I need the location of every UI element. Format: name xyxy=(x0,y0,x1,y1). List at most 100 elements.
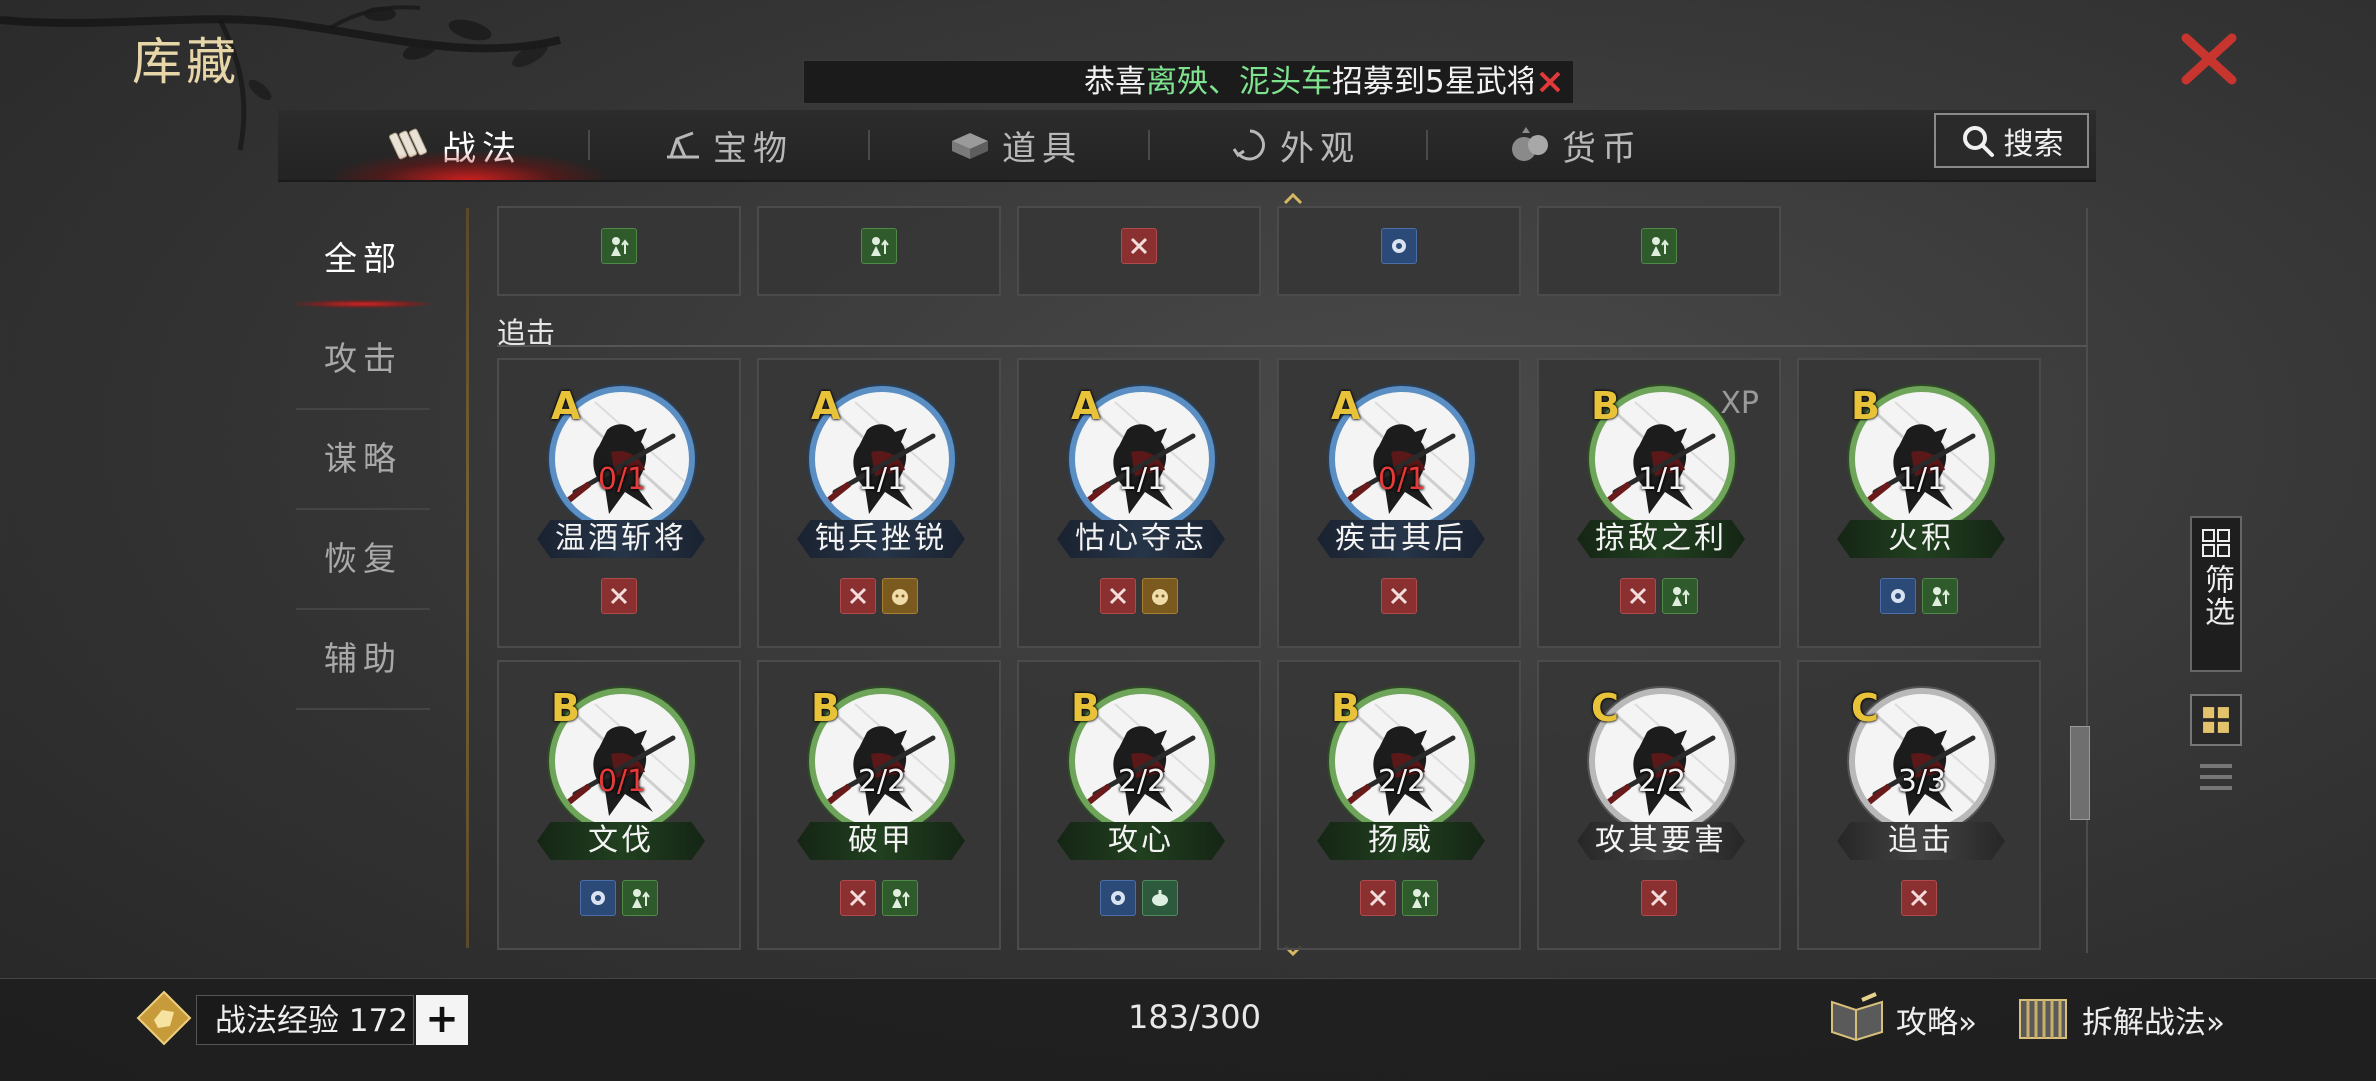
tactic-grade: B xyxy=(1851,384,1880,428)
tab-currency-label: 货币 xyxy=(1562,128,1642,169)
tactic-tags xyxy=(1279,880,1519,916)
scrollbar-thumb[interactable] xyxy=(2070,726,2090,820)
active-tab-glow xyxy=(333,152,603,180)
tactic-card[interactable]: A 0/1 疾击其后 xyxy=(1277,358,1521,648)
tactic-tags xyxy=(1799,578,2039,614)
close-icon[interactable] xyxy=(2178,28,2240,90)
tactic-name: 扬威 xyxy=(1317,822,1485,860)
guide-button[interactable]: 攻略» xyxy=(1826,992,1977,1046)
tactic-grade: A xyxy=(811,384,841,428)
tactic-card-partial[interactable] xyxy=(757,206,1001,296)
shield-tag-icon xyxy=(580,880,616,916)
tactic-count: 3/3 xyxy=(1897,764,1947,799)
tactic-name: 温酒斩将 xyxy=(537,520,705,558)
tactic-tags xyxy=(499,578,739,614)
category-active-underline xyxy=(296,300,430,308)
tactic-count: 0/1 xyxy=(597,764,647,799)
tab-items[interactable]: 道具 xyxy=(948,110,1082,180)
category-strategy[interactable]: 谋略 xyxy=(296,410,430,510)
page-title: 库藏 xyxy=(132,33,240,91)
tactic-tags xyxy=(499,880,739,916)
tab-divider xyxy=(1426,130,1428,160)
tactic-grade: A xyxy=(1331,384,1361,428)
tactic-count: 2/2 xyxy=(857,764,907,799)
announcement-text: 恭喜离殃、泥头车招募到5星武将 xyxy=(1084,61,1538,103)
attack-tag-icon xyxy=(1121,228,1157,264)
treasure-icon xyxy=(667,131,699,159)
attack-tag-icon xyxy=(601,578,637,614)
tactic-grade: B xyxy=(1591,384,1620,428)
content-right-border xyxy=(2086,208,2088,953)
tactic-tags xyxy=(1539,880,1779,916)
tactic-name: 文伐 xyxy=(537,822,705,860)
tactic-card[interactable]: A 1/1 钝兵挫锐 xyxy=(757,358,1001,648)
tactic-tags xyxy=(1539,578,1779,614)
attack-tag-icon xyxy=(1641,880,1677,916)
tactic-tags xyxy=(1279,228,1519,264)
counter-tag-icon xyxy=(861,228,897,264)
tactic-name: 火积 xyxy=(1837,520,2005,558)
counter-tag-icon xyxy=(1641,228,1677,264)
category-recovery[interactable]: 恢复 xyxy=(296,510,430,610)
beast-tag-icon xyxy=(882,578,918,614)
announcement-banner: 恭喜离殃、泥头车招募到5星武将 xyxy=(803,60,1574,104)
tactic-card[interactable]: A 1/1 怙心夺志 xyxy=(1017,358,1261,648)
tactic-grade: C xyxy=(1591,686,1619,730)
appearance-icon xyxy=(1232,129,1265,161)
category-attack[interactable]: 攻击 xyxy=(296,310,430,410)
section-divider xyxy=(497,345,2087,347)
shield-tag-icon xyxy=(1100,880,1136,916)
list-view-icon[interactable] xyxy=(2190,758,2242,796)
tab-currency[interactable]: 货币 xyxy=(1508,110,1642,180)
counter-tag-icon xyxy=(882,880,918,916)
tactic-name: 追击 xyxy=(1837,822,2005,860)
shield-tag-icon xyxy=(1381,228,1417,264)
tab-treasure-label: 宝物 xyxy=(713,128,793,169)
scroll-up-arrow-icon[interactable] xyxy=(1283,193,1303,205)
tactic-card[interactable]: A 0/1 温酒斩将 xyxy=(497,358,741,648)
filter-button[interactable]: 筛选 xyxy=(2190,516,2242,672)
counter-tag-icon xyxy=(1662,578,1698,614)
tactic-card[interactable]: C 2/2 攻其要害 xyxy=(1537,660,1781,950)
add-exp-button[interactable]: + xyxy=(416,995,468,1045)
tactic-count: 2/2 xyxy=(1637,764,1687,799)
tactic-tags xyxy=(1539,228,1779,264)
tactic-card-partial[interactable] xyxy=(1017,206,1261,296)
tab-appearance[interactable]: 外观 xyxy=(1230,110,1360,180)
tactic-card[interactable]: B 2/2 攻心 xyxy=(1017,660,1261,950)
grid-view-icon[interactable] xyxy=(2190,694,2242,746)
category-all[interactable]: 全部 xyxy=(296,210,430,308)
tactic-card[interactable]: B 1/1 火积 xyxy=(1797,358,2041,648)
category-support[interactable]: 辅助 xyxy=(296,610,430,710)
tactic-name: 攻其要害 xyxy=(1577,822,1745,860)
tactic-card-partial[interactable] xyxy=(1537,206,1781,296)
dismantle-label: 拆解战法» xyxy=(2082,1004,2225,1041)
tactic-count: 1/1 xyxy=(1117,462,1167,497)
counter-tag-icon xyxy=(1402,880,1438,916)
tactic-grade: A xyxy=(1071,384,1101,428)
tactic-card[interactable]: C 3/3 追击 xyxy=(1797,660,2041,950)
tactic-name: 破甲 xyxy=(797,822,965,860)
tactic-grade: C xyxy=(1851,686,1879,730)
filter-grid-icon xyxy=(2202,529,2230,557)
tactic-card[interactable]: B 1/1 XP 掠敌之利 xyxy=(1537,358,1781,648)
tactic-card[interactable]: B 2/2 破甲 xyxy=(757,660,1001,950)
tactic-name: 怙心夺志 xyxy=(1057,520,1225,558)
tactic-tags xyxy=(759,880,999,916)
tactic-count: 0/1 xyxy=(1377,462,1427,497)
tactic-card[interactable]: B 0/1 文伐 xyxy=(497,660,741,950)
search-button[interactable]: 搜索 xyxy=(1934,113,2089,168)
announcement-close-icon[interactable] xyxy=(1533,65,1567,99)
tactic-card-partial[interactable] xyxy=(497,206,741,296)
inventory-capacity: 183/300 xyxy=(1128,998,1261,1036)
tactic-grade: B xyxy=(551,686,580,730)
tactic-card[interactable]: B 2/2 扬威 xyxy=(1277,660,1521,950)
tactic-card-partial[interactable] xyxy=(1277,206,1521,296)
tactic-grade: B xyxy=(811,686,840,730)
tactic-name: 掠敌之利 xyxy=(1577,520,1745,558)
xp-badge: XP xyxy=(1720,386,1759,421)
tab-treasure[interactable]: 宝物 xyxy=(663,110,793,180)
tactic-tags xyxy=(1799,880,2039,916)
dismantle-tactics-button[interactable]: 拆解战法» xyxy=(2012,992,2225,1046)
beast-tag-icon xyxy=(1142,578,1178,614)
